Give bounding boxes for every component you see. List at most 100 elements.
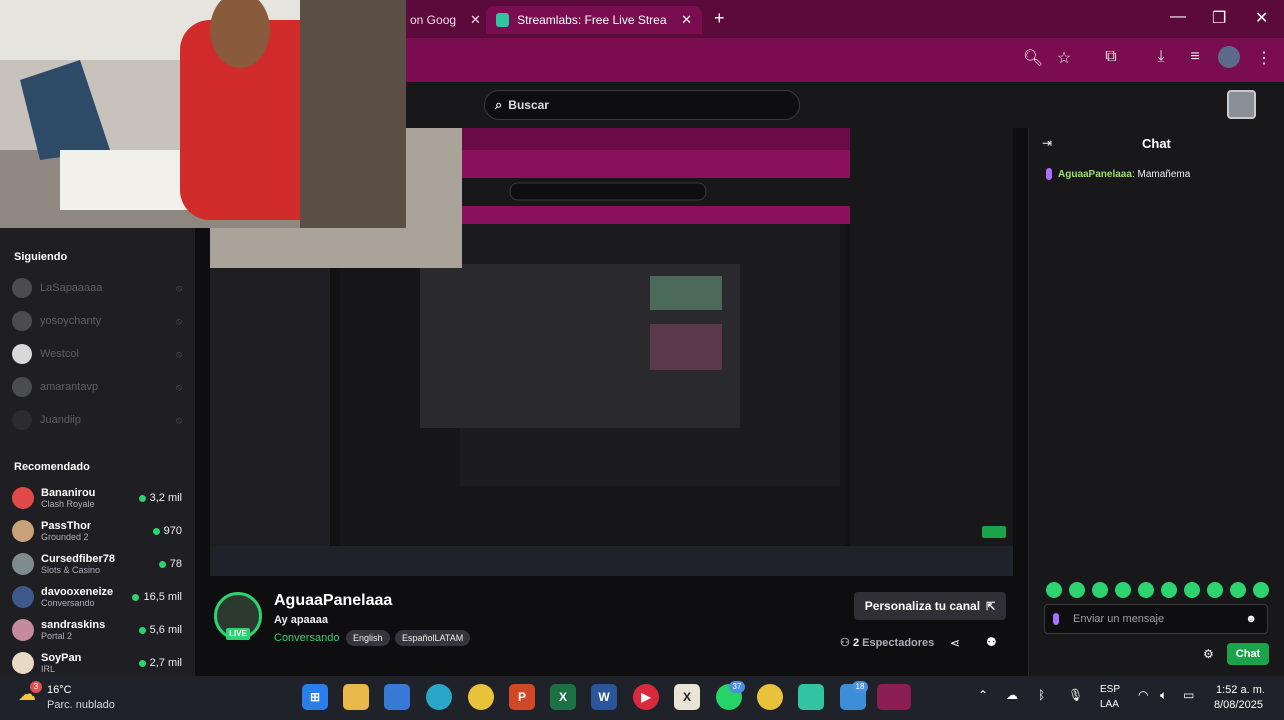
mic-badge-icon bbox=[1053, 613, 1059, 625]
profile-avatar-icon[interactable] bbox=[1218, 46, 1240, 68]
sidebar-item-following[interactable]: Westcol ⦸ bbox=[12, 343, 182, 365]
user-options-icon[interactable]: ⚉ bbox=[986, 635, 997, 649]
word-icon[interactable]: W bbox=[591, 684, 617, 710]
viewer-count: ⚇ 2 Espectadores bbox=[840, 636, 934, 649]
channel-name: PassThor bbox=[41, 520, 92, 532]
sidebar-item-recommended[interactable]: davooxeneize Conversando 16,5 mil bbox=[12, 583, 182, 611]
language-indicator[interactable]: ESP bbox=[1100, 684, 1120, 695]
sidebar-item-following[interactable]: Juandiip ⦸ bbox=[12, 409, 182, 431]
user-avatar[interactable] bbox=[1227, 90, 1256, 119]
wifi-icon[interactable]: ◠ bbox=[1138, 688, 1148, 702]
emote-icon[interactable] bbox=[1092, 582, 1108, 598]
edge-icon[interactable] bbox=[426, 684, 452, 710]
onedrive-icon[interactable]: ☁ bbox=[1006, 688, 1018, 702]
battery-icon[interactable]: ▭ bbox=[1183, 688, 1194, 702]
file-explorer-icon[interactable] bbox=[343, 684, 369, 710]
store-icon[interactable] bbox=[384, 684, 410, 710]
media-player-icon[interactable]: ▶ bbox=[633, 684, 659, 710]
powerpoint-icon[interactable]: P bbox=[509, 684, 535, 710]
search-input[interactable]: ⌕ Buscar bbox=[484, 90, 800, 120]
weather-temperature[interactable]: 16°C bbox=[47, 684, 72, 696]
channel-name: Juandiip bbox=[40, 414, 81, 426]
tab-label: on Goog bbox=[410, 13, 457, 27]
emoji-icon[interactable]: ☻ bbox=[1245, 613, 1257, 625]
viewer-count: 16,5 mil bbox=[132, 591, 182, 603]
sidebar-item-recommended[interactable]: Cursedfiber78 Slots & Casino 78 bbox=[12, 550, 182, 578]
new-tab-button[interactable]: + bbox=[714, 8, 725, 29]
recommended-header: Recomendado bbox=[14, 461, 90, 473]
search-placeholder: Buscar bbox=[508, 98, 549, 112]
emote-icon[interactable] bbox=[1253, 582, 1269, 598]
collapse-chat-icon[interactable]: ⇥ bbox=[1042, 136, 1052, 150]
weather-description[interactable]: Parc. nublado bbox=[47, 699, 115, 711]
media-control-icon[interactable]: ≡ bbox=[1184, 48, 1206, 66]
download-icon[interactable]: ⤓ bbox=[1150, 48, 1172, 66]
avatar bbox=[12, 652, 34, 674]
channel-name: Westcol bbox=[40, 348, 79, 360]
sidebar-item-following[interactable]: LaSapaaaaa ⦸ bbox=[12, 277, 182, 299]
sidebar-item-recommended[interactable]: Bananirou Clash Royale 3,2 mil bbox=[12, 484, 182, 512]
extensions-icon[interactable]: ⧉ bbox=[1100, 48, 1122, 66]
channel-name[interactable]: AguaaPanelaaa bbox=[274, 592, 392, 610]
emote-icon[interactable] bbox=[1046, 582, 1062, 598]
share-icon[interactable]: ⋖ bbox=[950, 636, 960, 650]
chevron-up-icon[interactable]: ⌃ bbox=[978, 688, 988, 702]
tag-english[interactable]: English bbox=[346, 630, 390, 646]
microphone-icon[interactable]: 🎙︎ bbox=[1068, 688, 1083, 702]
bookmark-star-icon[interactable]: ☆ bbox=[1053, 48, 1075, 68]
minimize-button[interactable]: — bbox=[1170, 8, 1186, 26]
close-window-button[interactable]: ✕ bbox=[1255, 8, 1268, 28]
emote-icon[interactable] bbox=[1184, 582, 1200, 598]
chat-username[interactable]: AguaaPanelaaa bbox=[1058, 169, 1132, 180]
excel-icon[interactable]: X bbox=[550, 684, 576, 710]
emote-icon[interactable] bbox=[1161, 582, 1177, 598]
camera-app-icon[interactable] bbox=[877, 684, 911, 710]
bluetooth-icon[interactable]: ᛒ bbox=[1038, 688, 1045, 702]
whatsapp-badge: 37 bbox=[729, 681, 745, 693]
calculator-icon[interactable]: X bbox=[674, 684, 700, 710]
windows-start-icon[interactable]: ⊞ bbox=[302, 684, 328, 710]
channel-name: amarantavp bbox=[40, 381, 99, 393]
channel-name: yosoychanty bbox=[40, 315, 102, 327]
viewer-count-value: 970 bbox=[163, 525, 182, 537]
sidebar-item-recommended[interactable]: sandraskins Portal 2 5,6 mil bbox=[12, 616, 182, 644]
maximize-button[interactable]: ❐ bbox=[1212, 8, 1226, 28]
clock-date[interactable]: 8/08/2025 bbox=[1214, 699, 1263, 711]
sidebar-item-recommended[interactable]: SoyPan IRL 2,7 mil bbox=[12, 649, 182, 677]
tab-streamlabs[interactable]: Streamlabs: Free Live Streaming ✕ bbox=[486, 6, 702, 34]
app-badge: 18 bbox=[852, 681, 868, 693]
volume-icon[interactable]: 🔈︎ bbox=[1160, 688, 1167, 703]
sidebar-item-recommended[interactable]: PassThor Grounded 2 970 bbox=[12, 517, 182, 545]
chat-message: AguaaPanelaaa : Mamañema bbox=[1046, 168, 1190, 180]
menu-kebab-icon[interactable]: ⋮ bbox=[1253, 48, 1275, 68]
tag-espanol-latam[interactable]: EspañolLATAM bbox=[395, 630, 471, 646]
close-icon[interactable]: ✕ bbox=[681, 12, 692, 28]
emote-icon[interactable] bbox=[1138, 582, 1154, 598]
clock-time[interactable]: 1:52 a. m. bbox=[1216, 684, 1265, 696]
chat-panel bbox=[1028, 128, 1284, 676]
sidebar-item-following[interactable]: amarantavp ⦸ bbox=[12, 376, 182, 398]
mic-badge-icon bbox=[1046, 168, 1052, 180]
chat-settings-icon[interactable]: ⚙ bbox=[1203, 647, 1214, 661]
chat-input[interactable]: Enviar un mensaje ☻ bbox=[1044, 604, 1268, 634]
customize-channel-button[interactable]: Personaliza tu canal ⇱ bbox=[854, 592, 1006, 620]
stream-category-link[interactable]: Conversando bbox=[274, 632, 339, 644]
emote-icon[interactable] bbox=[1115, 582, 1131, 598]
viewer-count-value: 78 bbox=[169, 558, 182, 570]
following-header: Siguiendo bbox=[14, 251, 68, 263]
avatar bbox=[12, 344, 32, 364]
send-chat-button[interactable]: Chat bbox=[1227, 643, 1269, 665]
channel-name: davooxeneize bbox=[41, 586, 114, 598]
emote-icon[interactable] bbox=[1230, 582, 1246, 598]
chrome-icon[interactable] bbox=[468, 684, 494, 710]
close-icon[interactable]: ✕ bbox=[470, 12, 481, 28]
sidebar-item-following[interactable]: yosoychanty ⦸ bbox=[12, 310, 182, 332]
chrome-active-icon[interactable] bbox=[757, 684, 783, 710]
keyboard-layout[interactable]: LAA bbox=[1100, 699, 1119, 710]
emote-icon[interactable] bbox=[1069, 582, 1085, 598]
streamlabs-icon[interactable] bbox=[798, 684, 824, 710]
tab-google[interactable]: on Goog ✕ bbox=[400, 6, 491, 34]
live-dot-icon bbox=[152, 527, 160, 535]
emote-icon[interactable] bbox=[1207, 582, 1223, 598]
zoom-icon[interactable]: 🔍︎ bbox=[1022, 48, 1044, 68]
